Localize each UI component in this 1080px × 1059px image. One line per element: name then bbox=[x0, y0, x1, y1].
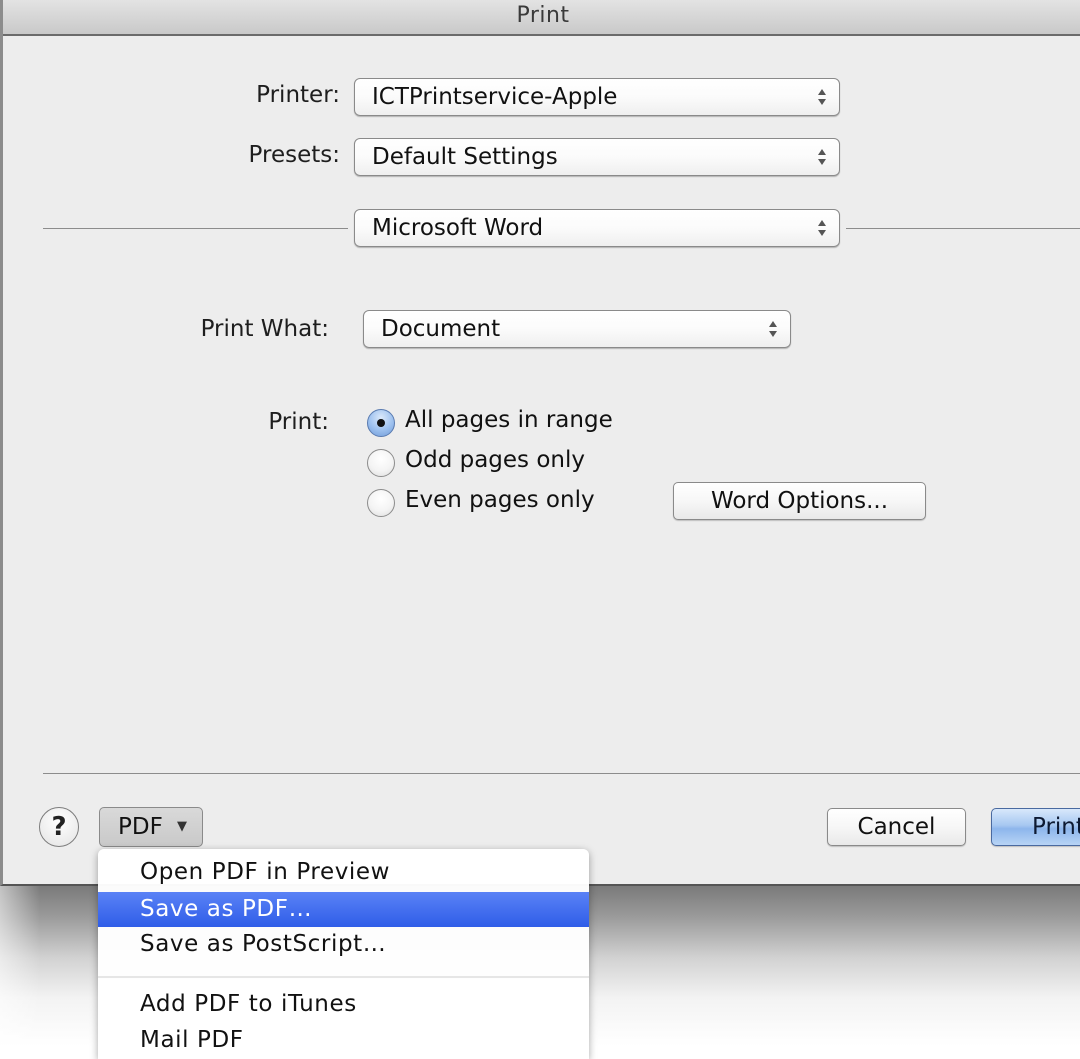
help-button[interactable]: ? bbox=[39, 807, 79, 847]
question-mark-icon: ? bbox=[51, 812, 67, 842]
radio-button-checked[interactable] bbox=[367, 409, 395, 437]
radio-even-pages-label: Even pages only bbox=[405, 487, 595, 513]
presets-label: Presets: bbox=[248, 142, 340, 168]
pane-select[interactable]: Microsoft Word bbox=[354, 209, 840, 247]
printer-select[interactable]: ICTPrintservice-Apple bbox=[354, 78, 840, 116]
up-down-arrows-icon bbox=[818, 89, 826, 105]
printer-label: Printer: bbox=[256, 82, 340, 108]
cancel-button[interactable]: Cancel bbox=[827, 808, 966, 846]
radio-button[interactable] bbox=[367, 489, 395, 517]
dropdown-arrow-icon: ▼ bbox=[177, 819, 187, 834]
pdf-dropdown-menu: Open PDF in Preview Save as PDF… Save as… bbox=[98, 849, 589, 1059]
pane-value: Microsoft Word bbox=[372, 215, 544, 241]
presets-value: Default Settings bbox=[372, 144, 558, 170]
pdf-button-label: PDF bbox=[118, 814, 163, 840]
print-button[interactable]: Print bbox=[991, 808, 1080, 846]
radio-odd-pages-label: Odd pages only bbox=[405, 447, 586, 473]
bottom-separator bbox=[43, 773, 1080, 774]
pdf-menu-button[interactable]: PDF ▼ bbox=[99, 807, 203, 847]
print-range-label: Print: bbox=[268, 409, 329, 435]
radio-dot-icon bbox=[377, 419, 385, 427]
radio-all-pages-label: All pages in range bbox=[405, 407, 613, 433]
up-down-arrows-icon bbox=[818, 149, 826, 165]
menu-item-mail-pdf[interactable]: Mail PDF bbox=[98, 1023, 589, 1058]
word-options-button[interactable]: Word Options... bbox=[673, 482, 926, 520]
up-down-arrows-icon bbox=[818, 220, 826, 236]
menu-separator bbox=[98, 976, 589, 978]
print-what-select[interactable]: Document bbox=[363, 310, 791, 348]
separator-left bbox=[43, 228, 348, 229]
radio-button[interactable] bbox=[367, 449, 395, 477]
menu-item-save-as-pdf[interactable]: Save as PDF… bbox=[98, 892, 589, 927]
menu-item-open-in-preview[interactable]: Open PDF in Preview bbox=[98, 855, 589, 890]
title-bar: Print bbox=[3, 0, 1080, 36]
print-what-label: Print What: bbox=[200, 316, 329, 342]
window-title: Print bbox=[516, 3, 570, 28]
separator-right bbox=[846, 228, 1080, 229]
up-down-arrows-icon bbox=[769, 321, 777, 337]
printer-value: ICTPrintservice-Apple bbox=[372, 84, 618, 110]
menu-item-add-to-itunes[interactable]: Add PDF to iTunes bbox=[98, 987, 589, 1022]
presets-select[interactable]: Default Settings bbox=[354, 138, 840, 176]
print-dialog: Print Printer: ICTPrintservice-Apple Pre… bbox=[0, 0, 1080, 886]
menu-item-save-as-postscript[interactable]: Save as PostScript… bbox=[98, 927, 589, 962]
print-what-value: Document bbox=[381, 316, 501, 342]
